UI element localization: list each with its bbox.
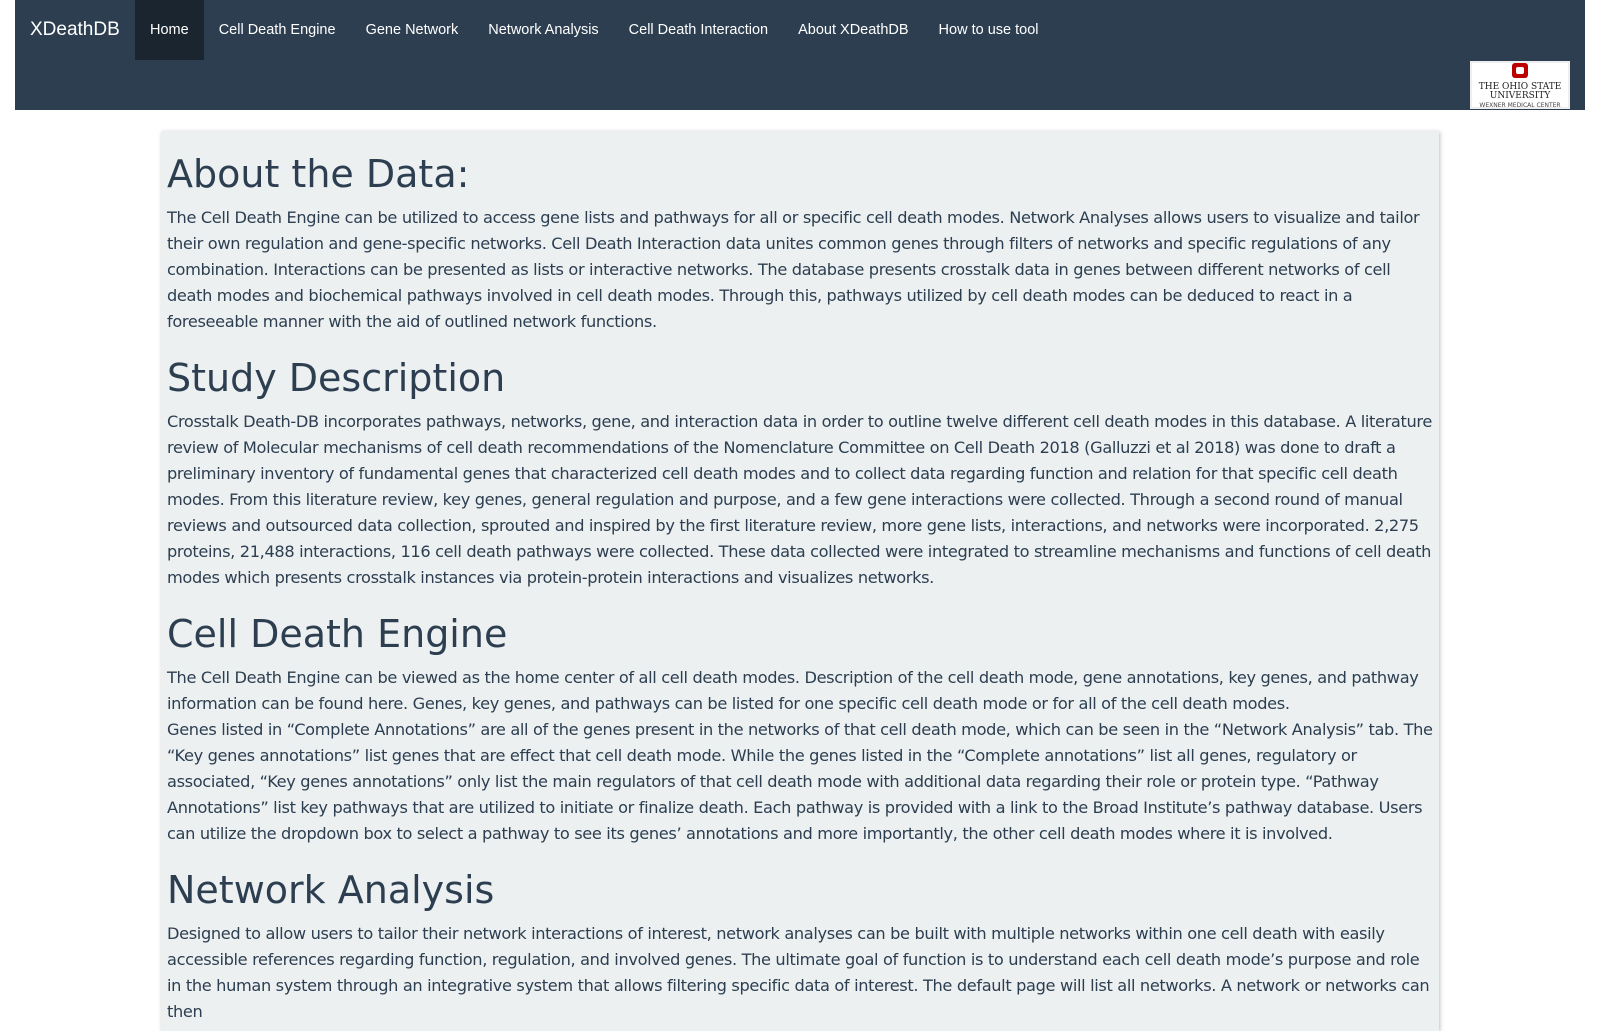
nav-gene-network[interactable]: Gene Network — [351, 0, 474, 60]
logo-line3: WEXNER MEDICAL CENTER — [1479, 102, 1560, 109]
nav-cell-death-interaction[interactable]: Cell Death Interaction — [614, 0, 783, 60]
network-analysis-heading: Network Analysis — [167, 868, 495, 912]
brand-link[interactable]: XDeathDB — [30, 0, 120, 60]
nav-cell-death-engine[interactable]: Cell Death Engine — [204, 0, 351, 60]
about-data-paragraph: The Cell Death Engine can be utilized to… — [167, 208, 1420, 331]
top-navbar: XDeathDB Home Cell Death Engine Gene Net… — [15, 0, 1585, 110]
logo-line2: UNIVERSITY — [1490, 91, 1552, 101]
main-content-panel: About the Data: The Cell Death Engine ca… — [161, 131, 1439, 1031]
nav-how-to-use-tool[interactable]: How to use tool — [924, 0, 1054, 60]
main-nav: Home Cell Death Engine Gene Network Netw… — [135, 0, 1054, 60]
study-description-heading: Study Description — [167, 356, 506, 400]
cell-death-engine-paragraph-2: Genes listed in “Complete Annotations” a… — [167, 720, 1433, 843]
study-description-paragraph: Crosstalk Death-DB incorporates pathways… — [167, 412, 1432, 587]
osu-wexner-logo[interactable]: THE OHIO STATE UNIVERSITY WEXNER MEDICAL… — [1470, 61, 1570, 109]
cell-death-engine-heading: Cell Death Engine — [167, 612, 508, 656]
nav-about-xdeathdb[interactable]: About XDeathDB — [783, 0, 923, 60]
nav-network-analysis[interactable]: Network Analysis — [473, 0, 613, 60]
network-analysis-paragraph: Designed to allow users to tailor their … — [167, 924, 1430, 1021]
osu-logo-graphic: THE OHIO STATE UNIVERSITY WEXNER MEDICAL… — [1470, 61, 1570, 109]
cell-death-engine-paragraph-1: The Cell Death Engine can be viewed as t… — [167, 668, 1419, 713]
about-data-heading: About the Data: — [167, 152, 470, 196]
nav-home[interactable]: Home — [135, 0, 204, 60]
